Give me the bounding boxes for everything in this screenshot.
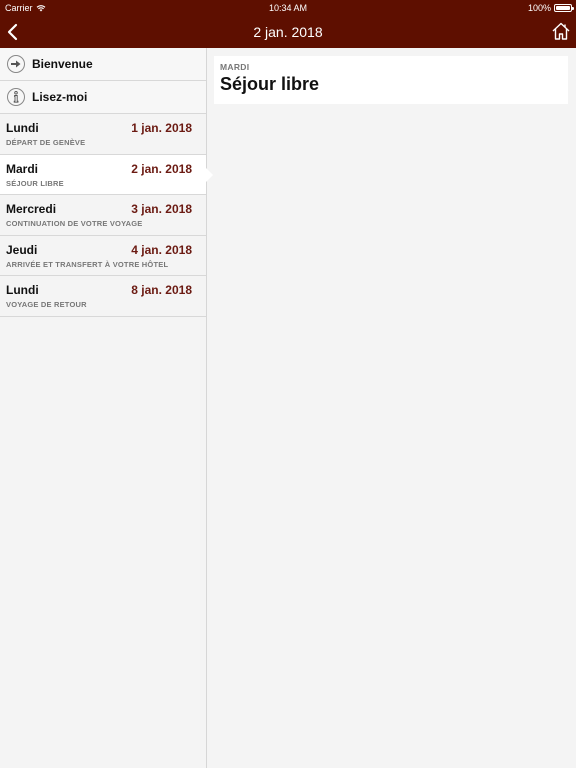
day-name: Mardi [6,161,39,176]
page-title: 2 jan. 2018 [253,24,323,40]
day-row-1[interactable]: Lundi 1 jan. 2018 DÉPART DE GENÈVE [0,114,206,155]
arrow-right-circle-icon [7,55,25,73]
day-subtitle: CONTINUATION DE VOTRE VOYAGE [6,219,143,228]
day-subtitle: VOYAGE DE RETOUR [6,300,87,309]
day-date: 2 jan. 2018 [131,161,192,176]
navigation-bar: 2 jan. 2018 [0,16,576,48]
detail-pane: MARDI Séjour libre [207,48,576,768]
day-card: MARDI Séjour libre [214,56,568,104]
status-bar: Carrier 10:34 AM 100% [0,0,576,16]
day-date: 4 jan. 2018 [131,242,192,257]
day-title: Séjour libre [220,74,320,94]
info-circle-icon [7,88,25,106]
battery-fill [556,6,570,10]
menu-item-label: Bienvenue [32,57,93,71]
day-row-3[interactable]: Mercredi 3 jan. 2018 CONTINUATION DE VOT… [0,195,206,236]
day-subtitle: DÉPART DE GENÈVE [6,138,86,147]
day-name: Lundi [6,283,39,297]
battery-indicator: 100% [527,3,574,13]
clock: 10:34 AM [268,3,308,13]
day-row-4[interactable]: Jeudi 4 jan. 2018 ARRIVÉE ET TRANSFERT À… [0,235,206,276]
battery-percent: 100% [527,3,551,13]
day-row-5[interactable]: Lundi 8 jan. 2018 VOYAGE DE RETOUR [0,276,206,317]
menu-item-label: Lisez-moi [32,90,88,104]
menu-item-lisez-moi[interactable]: Lisez-moi [0,81,206,114]
day-row-2-selected[interactable]: Mardi 2 jan. 2018 SÉJOUR LIBRE [0,154,213,195]
day-label: MARDI [220,62,250,72]
battery-icon [554,4,574,12]
menu-item-bienvenue[interactable]: Bienvenue [0,48,206,81]
day-subtitle: SÉJOUR LIBRE [6,178,64,188]
sidebar: Bienvenue Lisez-moi Lundi 1 jan. 2018 DÉ… [0,48,213,768]
day-date: 3 jan. 2018 [131,202,192,216]
day-name: Lundi [6,121,39,135]
day-name: Mercredi [6,202,57,216]
day-subtitle: ARRIVÉE ET TRANSFERT À VOTRE HÔTEL [6,259,169,269]
home-icon[interactable] [551,21,571,41]
day-name: Jeudi [6,242,38,257]
day-date: 1 jan. 2018 [131,121,192,135]
day-date: 8 jan. 2018 [131,283,192,297]
selection-pointer [206,167,213,182]
